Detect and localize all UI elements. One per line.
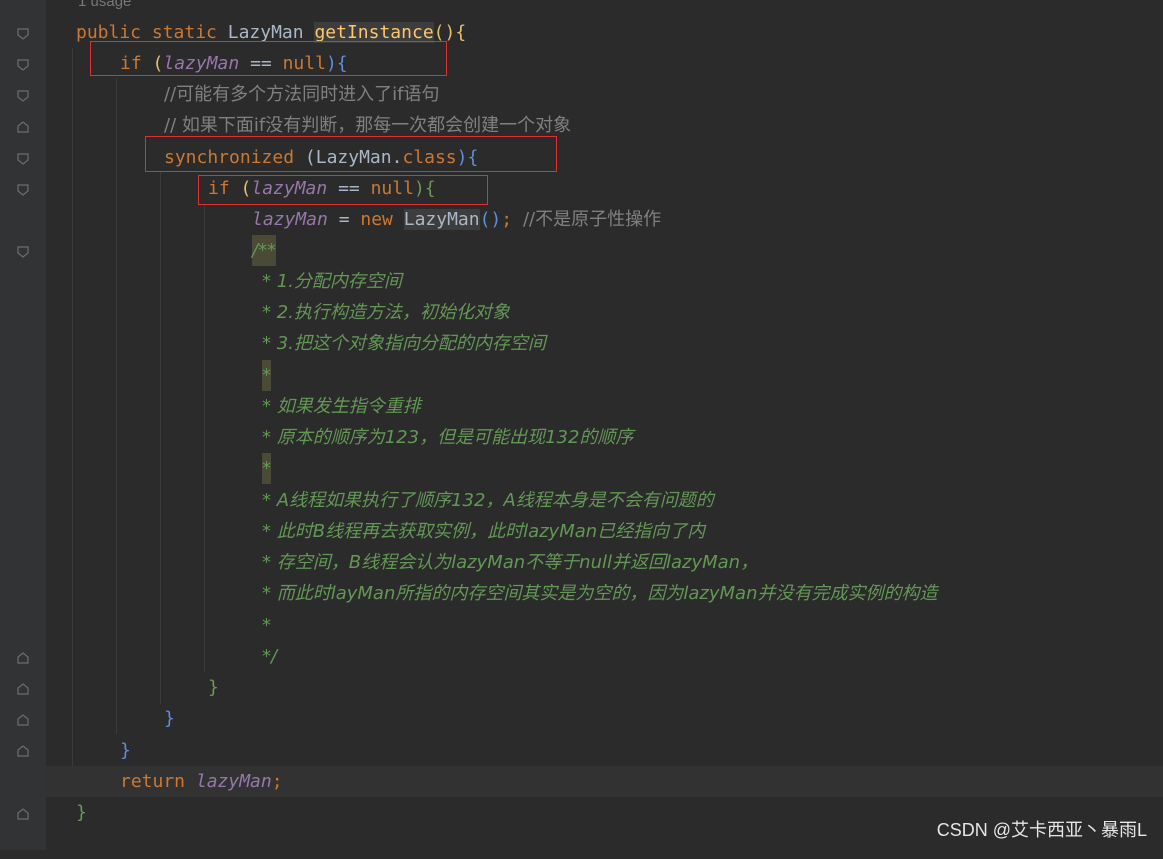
closing-brace: } <box>120 740 131 761</box>
code-line[interactable]: //可能有多个方法同时进入了if语句 <box>0 79 1163 110</box>
punctuation: () <box>479 209 502 230</box>
code-line[interactable]: * 原本的顺序为123，但是可能出现132的顺序 <box>0 422 1163 453</box>
doc-comment: * 此时B线程再去获取实例，此时lazyMan已经指向了内 <box>262 521 706 542</box>
field-ref: lazyMan <box>195 771 272 792</box>
code-line[interactable]: * 存空间，B线程会认为lazyMan不等于null并返回lazyMan， <box>0 547 1163 578</box>
code-line[interactable]: /** <box>0 235 1163 266</box>
code-line[interactable]: * <box>0 453 1163 484</box>
keyword: return <box>120 771 186 792</box>
annotation-box <box>198 175 488 205</box>
doc-comment: * 原本的顺序为123，但是可能出现132的顺序 <box>262 427 634 448</box>
operator: = <box>327 209 361 230</box>
code-line[interactable]: lazyMan = new LazyMan(); //不是原子性操作 <box>0 204 1163 235</box>
type-name: LazyMan <box>403 209 480 230</box>
doc-comment: * <box>262 453 271 484</box>
code-line[interactable]: * 而此时layMan所指的内存空间其实是为空的，因为lazyMan并没有完成实… <box>0 578 1163 609</box>
code-line[interactable]: * A线程如果执行了顺序132，A线程本身是不会有问题的 <box>0 485 1163 516</box>
code-line[interactable]: * 2.执行构造方法，初始化对象 <box>0 297 1163 328</box>
doc-comment: * <box>262 360 271 391</box>
keyword: new <box>360 209 393 230</box>
closing-brace: } <box>208 677 219 698</box>
doc-comment: * 存空间，B线程会认为lazyMan不等于null并返回lazyMan， <box>262 552 759 573</box>
code-line[interactable]: } <box>0 672 1163 703</box>
code-line[interactable]: */ <box>0 641 1163 672</box>
punctuation: ; <box>271 771 283 792</box>
code-line[interactable]: } <box>0 703 1163 734</box>
code-line[interactable]: if (lazyMan == null){ <box>0 173 1163 204</box>
closing-brace: } <box>164 708 175 729</box>
code-line[interactable]: } <box>0 735 1163 766</box>
method-name: getInstance <box>314 22 434 43</box>
doc-comment: * 如果发生指令重排 <box>262 396 421 417</box>
usage-hint[interactable]: 1 usage <box>78 0 131 17</box>
type-name: LazyMan <box>227 22 304 43</box>
line-comment: //可能有多个方法同时进入了if语句 <box>164 84 440 105</box>
punctuation: (){ <box>433 22 467 43</box>
annotation-box <box>145 136 557 172</box>
field-ref: lazyMan <box>252 209 328 230</box>
code-line[interactable]: * <box>0 610 1163 641</box>
closing-brace: } <box>76 802 87 823</box>
doc-comment: /** <box>252 235 277 266</box>
code-line[interactable]: * 3.把这个对象指向分配的内存空间 <box>0 328 1163 359</box>
watermark: CSDN @艾卡西亚丶暴雨L <box>936 820 1147 840</box>
doc-comment: * 而此时layMan所指的内存空间其实是为空的，因为lazyMan并没有完成实… <box>262 583 938 604</box>
code-line[interactable]: * 此时B线程再去获取实例，此时lazyMan已经指向了内 <box>0 516 1163 547</box>
doc-comment: * A线程如果执行了顺序132，A线程本身是不会有问题的 <box>262 490 714 511</box>
doc-comment: */ <box>262 646 278 667</box>
doc-comment: * 2.执行构造方法，初始化对象 <box>262 302 510 323</box>
doc-comment: * 1.分配内存空间 <box>262 271 402 292</box>
code-line[interactable]: * 1.分配内存空间 <box>0 266 1163 297</box>
keyword: public <box>76 22 142 43</box>
line-comment: //不是原子性操作 <box>522 209 662 230</box>
doc-comment: * 3.把这个对象指向分配的内存空间 <box>262 333 546 354</box>
doc-comment: * <box>262 615 271 636</box>
code-line[interactable]: * 如果发生指令重排 <box>0 391 1163 422</box>
code-line[interactable]: * <box>0 360 1163 391</box>
code-line: 1 usage <box>0 0 1163 17</box>
keyword: static <box>151 22 217 43</box>
punctuation: ; <box>501 209 513 230</box>
annotation-box <box>90 41 447 76</box>
current-code-line[interactable]: return lazyMan; <box>46 766 1163 797</box>
